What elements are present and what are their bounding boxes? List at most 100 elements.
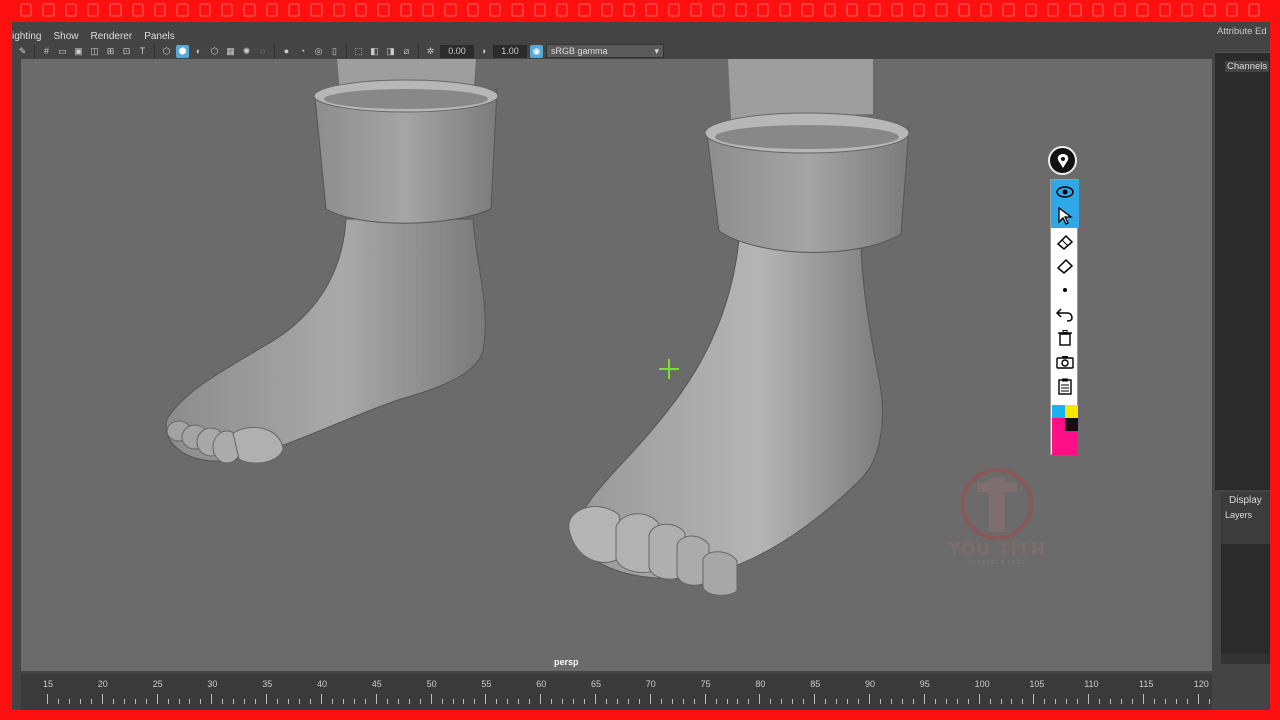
time-slider-tick (792, 699, 794, 704)
time-slider-tick (156, 694, 158, 704)
brush-size-button[interactable] (1051, 278, 1079, 302)
time-slider-tick-label: 110 (1084, 679, 1099, 689)
time-slider-tick (781, 699, 783, 704)
viewport-persp[interactable]: persp (21, 59, 1212, 671)
layers-list[interactable] (1221, 544, 1270, 664)
anti-alias-icon[interactable]: ◎ (312, 45, 325, 58)
clear-button[interactable] (1051, 254, 1079, 278)
time-slider-tick (627, 699, 629, 704)
arrow-button[interactable] (1051, 204, 1079, 228)
motion-blur-icon[interactable]: ◔ (296, 45, 309, 58)
time-slider-tick (671, 699, 673, 704)
time-slider-tick-label: 25 (152, 679, 163, 689)
time-slider-tick-label: 70 (645, 679, 656, 689)
eraser-button[interactable] (1051, 230, 1079, 254)
undo-button[interactable] (1051, 302, 1079, 326)
time-slider-tick (331, 699, 333, 704)
menu-renderer[interactable]: Renderer (90, 31, 132, 42)
time-slider-tick (934, 699, 936, 704)
time-slider-tick-label: 75 (700, 679, 711, 689)
layers-menu[interactable]: Layers (1225, 510, 1252, 520)
annotation-palette (1050, 179, 1079, 455)
resolution-gate-icon[interactable]: ▣ (72, 45, 85, 58)
channel-box[interactable]: Channels (1215, 52, 1270, 490)
clipboard-button[interactable] (1051, 374, 1079, 398)
safe-title-icon[interactable]: T (136, 45, 149, 58)
dot-icon (1063, 288, 1067, 292)
menu-panels[interactable]: Panels (144, 31, 175, 42)
time-slider-tick-label: 30 (207, 679, 218, 689)
time-slider-tick (342, 699, 344, 704)
time-slider-tick (803, 699, 805, 704)
time-slider-tick-label: 40 (317, 679, 328, 689)
time-slider-tick (47, 694, 48, 704)
view-transform-dropdown[interactable]: sRGB gamma ▾ (546, 44, 664, 58)
time-slider-tick (353, 699, 355, 704)
wireframe-on-shaded-icon[interactable]: ⬡ (208, 45, 221, 58)
select-camera-icon[interactable]: ✎ (16, 45, 29, 58)
time-slider-tick (748, 699, 750, 704)
smooth-shade-icon[interactable]: ⬢ (176, 44, 189, 58)
time-slider-tick (1033, 694, 1035, 704)
gamma-icon[interactable]: ◑ (477, 45, 490, 58)
time-slider-tick (638, 699, 640, 704)
gate-mask-icon[interactable]: ◫ (88, 45, 101, 58)
default-material-icon[interactable]: ◐ (192, 45, 205, 58)
grid-icon[interactable]: # (40, 45, 53, 58)
xray-components-icon[interactable]: ⧄ (400, 45, 413, 58)
time-slider-tick (419, 699, 421, 704)
time-slider-tick (540, 694, 542, 704)
screen-space-ao-icon[interactable]: ● (280, 45, 293, 58)
time-slider-tick (737, 699, 739, 704)
gamma-field[interactable]: 1.00 (493, 44, 527, 58)
time-slider-tick (211, 694, 213, 704)
camera-icon (1056, 356, 1074, 369)
menu-lighting[interactable]: ighting (12, 31, 41, 42)
exposure-field[interactable]: 0.00 (440, 44, 474, 58)
time-slider[interactable]: 15 20 25 30 35 40 45 50 55 60 65 70 75 80 85 90 95 100 105… (21, 674, 1243, 710)
time-slider-tick (1044, 699, 1046, 704)
time-slider-tick-label: 85 (810, 679, 821, 689)
camera-label: persp (554, 657, 579, 667)
time-slider-tick (956, 699, 958, 704)
time-slider-tick (989, 699, 991, 704)
time-slider-tick (1011, 699, 1013, 704)
trash-button[interactable] (1051, 326, 1079, 350)
menu-show[interactable]: Show (53, 31, 78, 42)
layers-scrollbar[interactable] (1221, 654, 1270, 664)
time-slider-tick (79, 699, 81, 704)
depth-of-field-icon[interactable]: ▯ (328, 45, 341, 58)
screenshot-button[interactable] (1051, 350, 1079, 374)
channel-watermark: YOU TITH CHANNEL & PAGE (942, 462, 1052, 572)
time-slider-tick (68, 699, 70, 704)
eye-button[interactable] (1051, 180, 1079, 204)
exposure-icon[interactable]: ✲ (424, 45, 437, 58)
shadows-icon[interactable]: ◌ (256, 45, 269, 58)
time-slider-tick (233, 699, 235, 704)
time-slider-tick (562, 699, 564, 704)
time-slider-tick (1164, 699, 1166, 704)
pen-tool-button[interactable] (1048, 146, 1077, 175)
xray-joints-icon[interactable]: ◨ (384, 45, 397, 58)
time-slider-tick (145, 699, 147, 704)
isolate-select-icon[interactable]: ⬚ (352, 45, 365, 58)
display-tab[interactable]: Display (1229, 495, 1262, 506)
film-gate-icon[interactable]: ▭ (56, 45, 69, 58)
time-slider-tick (682, 699, 684, 704)
red-frame: ighting Show Renderer Panels ✎ # ▭ ▣ ◫ ⊞… (0, 0, 1280, 720)
safe-action-icon[interactable]: ⊡ (120, 45, 133, 58)
wireframe-icon[interactable]: ⬡ (160, 45, 173, 58)
color-management-icon[interactable]: ◉ (530, 44, 543, 58)
time-slider-tick (529, 699, 531, 704)
color-picker-swatch[interactable] (1052, 405, 1078, 455)
xray-icon[interactable]: ◧ (368, 45, 381, 58)
time-slider-tick (945, 699, 947, 704)
field-chart-icon[interactable]: ⊞ (104, 45, 117, 58)
attribute-editor-tab[interactable]: Attribute Ed (1217, 26, 1267, 37)
channels-tab[interactable]: Channels (1225, 61, 1270, 72)
time-slider-tick (967, 699, 969, 704)
time-slider-tick (890, 699, 892, 704)
time-slider-tick (375, 694, 377, 704)
lights-icon[interactable]: ✺ (240, 45, 253, 58)
textured-icon[interactable]: ▦ (224, 45, 237, 58)
